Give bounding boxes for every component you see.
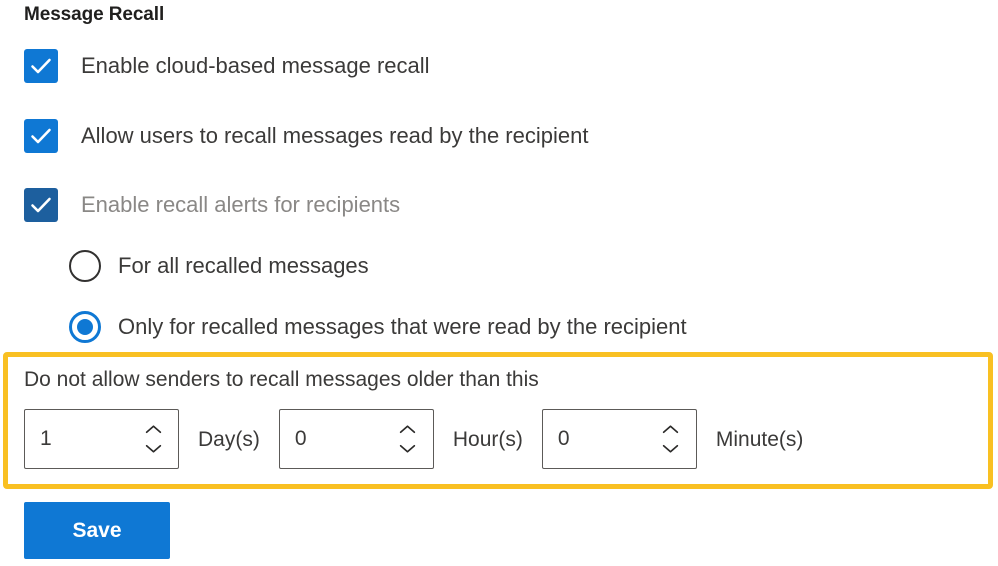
radio-row-only-read-messages[interactable]: Only for recalled messages that were rea… (69, 311, 687, 343)
minutes-input[interactable] (542, 410, 652, 468)
page-title: Message Recall (24, 4, 165, 25)
checkmark-icon (31, 197, 51, 213)
days-stepper[interactable] (24, 409, 179, 469)
checkbox-label-enable-cloud-recall: Enable cloud-based message recall (81, 53, 430, 78)
message-recall-settings-panel: Message Recall Enable cloud-based messag… (0, 0, 998, 566)
radio-only-read-messages[interactable] (69, 311, 101, 343)
chevron-down-icon[interactable] (398, 443, 417, 454)
minutes-unit-label: Minute(s) (715, 427, 804, 451)
days-unit-label: Day(s) (198, 427, 260, 451)
checkbox-enable-cloud-recall[interactable] (24, 49, 58, 83)
days-input[interactable] (25, 410, 134, 468)
radio-label-all-recalled-messages: For all recalled messages (118, 253, 369, 278)
hours-stepper-arrows[interactable] (389, 410, 433, 468)
checkbox-label-enable-recall-alerts: Enable recall alerts for recipients (81, 192, 401, 217)
hours-stepper[interactable] (278, 409, 434, 469)
hours-unit-label: Hour(s) (452, 427, 523, 451)
hours-input[interactable] (279, 410, 389, 468)
chevron-up-icon[interactable] (661, 424, 680, 435)
checkbox-row-enable-cloud-recall[interactable]: Enable cloud-based message recall (24, 49, 430, 83)
chevron-up-icon[interactable] (398, 424, 417, 435)
chevron-down-icon[interactable] (144, 443, 163, 454)
checkbox-label-allow-recall-read: Allow users to recall messages read by t… (81, 123, 589, 148)
checkmark-icon (31, 58, 51, 74)
checkbox-row-allow-recall-read[interactable]: Allow users to recall messages read by t… (24, 119, 588, 153)
days-stepper-arrows[interactable] (134, 410, 178, 468)
checkbox-row-enable-recall-alerts[interactable]: Enable recall alerts for recipients (24, 188, 400, 222)
recall-duration-controls: Day(s) Hour(s) (24, 409, 803, 469)
duration-caption: Do not allow senders to recall messages … (24, 368, 539, 391)
save-button[interactable]: Save (24, 502, 170, 559)
checkbox-enable-recall-alerts[interactable] (24, 188, 58, 222)
checkbox-allow-recall-read[interactable] (24, 119, 58, 153)
minutes-stepper-arrows[interactable] (652, 410, 696, 468)
chevron-up-icon[interactable] (144, 424, 163, 435)
minutes-stepper[interactable] (541, 409, 697, 469)
chevron-down-icon[interactable] (661, 443, 680, 454)
checkmark-icon (31, 128, 51, 144)
radio-label-only-read-messages: Only for recalled messages that were rea… (118, 314, 687, 339)
radio-row-all-recalled-messages[interactable]: For all recalled messages (69, 250, 369, 282)
radio-all-recalled-messages[interactable] (69, 250, 101, 282)
